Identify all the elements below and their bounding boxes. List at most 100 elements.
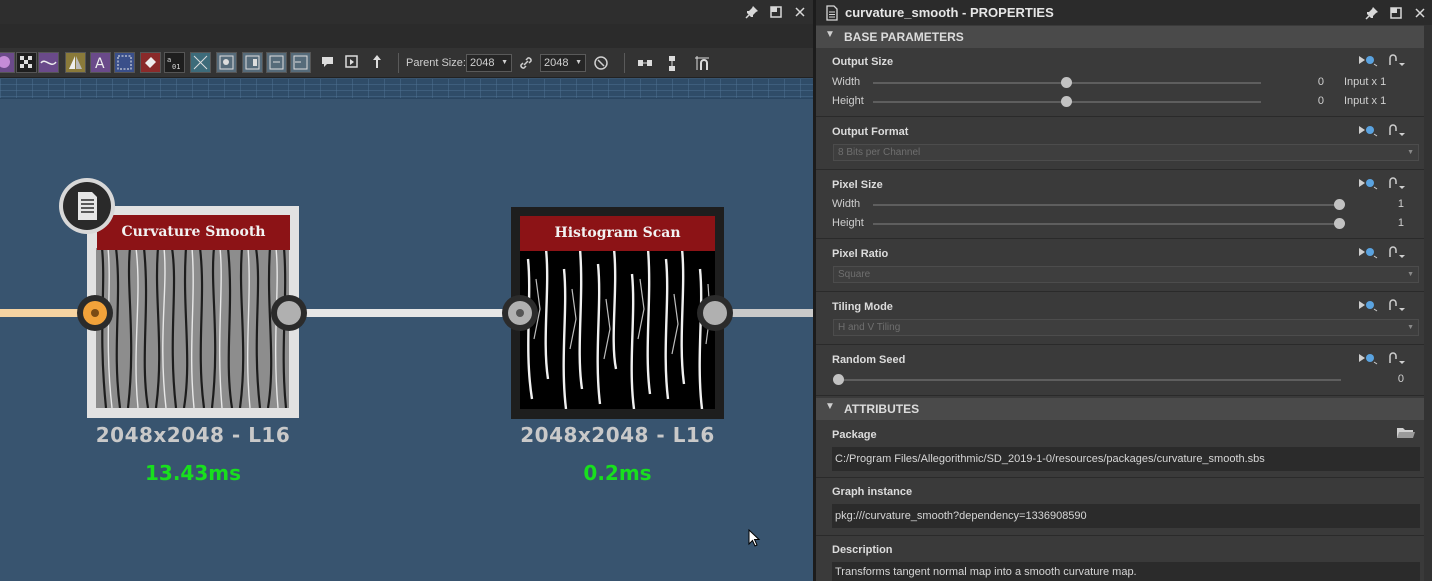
chevron-down-icon: ▼ xyxy=(1407,324,1414,331)
snap-icon[interactable] xyxy=(693,54,709,70)
inheritance-icon[interactable] xyxy=(1386,176,1408,190)
properties-titlebar: curvature_smooth - PROPERTIES xyxy=(816,0,1432,25)
chevron-down-icon: ▼ xyxy=(1407,271,1414,278)
comment-icon[interactable] xyxy=(318,52,339,73)
node-resolution: 2048x2048 - L16 xyxy=(520,423,715,447)
fx-map-icon[interactable] xyxy=(216,52,237,73)
inheritance-icon[interactable] xyxy=(1386,53,1408,67)
graph-instance-label: Graph instance xyxy=(832,486,913,498)
pin-icon[interactable] xyxy=(744,4,760,20)
pixel-ratio-value: Square xyxy=(838,269,871,280)
output-height-value[interactable]: 0 xyxy=(1286,95,1324,107)
properties-scrollbar[interactable] xyxy=(1424,25,1432,581)
input-node-icon[interactable] xyxy=(290,52,311,73)
parent-size-label: Parent Size: xyxy=(406,57,466,69)
random-seed-slider[interactable] xyxy=(836,379,1341,381)
random-seed-value[interactable]: 0 xyxy=(1366,373,1404,385)
base-parameters-label: BASE PARAMETERS xyxy=(844,30,964,44)
inheritance-icon[interactable] xyxy=(1386,298,1408,312)
folder-icon[interactable] xyxy=(1396,426,1418,440)
align-horizontal-icon[interactable] xyxy=(636,55,652,71)
bitmap-node-icon[interactable]: a 01 xyxy=(164,52,185,73)
expose-parameter-icon[interactable] xyxy=(1357,245,1379,259)
text-node-icon[interactable]: A xyxy=(90,52,111,73)
output-height-suffix[interactable]: Input x 1 xyxy=(1344,95,1386,107)
document-icon[interactable] xyxy=(59,178,115,234)
attributes-label: ATTRIBUTES xyxy=(844,402,920,416)
output-node-icon[interactable] xyxy=(266,52,287,73)
pin-node-icon[interactable] xyxy=(368,52,389,73)
checker-node-icon[interactable] xyxy=(16,52,37,73)
graph-instance-field[interactable]: pkg:///curvature_smooth?dependency=13369… xyxy=(832,504,1420,528)
pixel-height-slider-handle[interactable] xyxy=(1334,218,1345,229)
node-curvature-smooth[interactable]: Curvature Smooth xyxy=(87,206,299,418)
chevron-down-icon: ▼ xyxy=(575,59,582,66)
output-port[interactable] xyxy=(271,295,307,331)
description-label: Description xyxy=(832,544,893,556)
link-icon[interactable] xyxy=(518,55,534,71)
expose-parameter-icon[interactable] xyxy=(1357,176,1379,190)
tiling-mode-value: H and V Tiling xyxy=(838,322,901,333)
base-parameters-header[interactable]: ▼ BASE PARAMETERS xyxy=(816,26,1424,48)
attributes-header[interactable]: ▼ ATTRIBUTES xyxy=(816,398,1424,420)
curve-node-icon[interactable] xyxy=(38,52,59,73)
frame-node-icon[interactable] xyxy=(114,52,135,73)
transform-node-icon[interactable] xyxy=(242,52,263,73)
description-field[interactable]: Transforms tangent normal map into a smo… xyxy=(832,562,1420,581)
node-thumbnail xyxy=(520,249,715,409)
expose-parameter-icon[interactable] xyxy=(1357,123,1379,137)
fill-node-icon[interactable] xyxy=(140,52,161,73)
output-width-slider-handle[interactable] xyxy=(1061,77,1072,88)
pixel-processor-icon[interactable] xyxy=(190,52,211,73)
graph-titlebar xyxy=(0,0,813,24)
graph-ruler xyxy=(0,79,813,99)
graph-toolbar: A a 01 Parent Size: 2048 ▼ 2048 ▼ xyxy=(0,48,813,78)
parent-size-dropdown[interactable]: 2048 ▼ xyxy=(466,54,512,72)
output-height-slider-handle[interactable] xyxy=(1061,96,1072,107)
pixel-height-slider[interactable] xyxy=(873,223,1341,225)
expose-parameter-icon[interactable] xyxy=(1357,53,1379,67)
tiling-mode-dropdown[interactable]: H and V Tiling ▼ xyxy=(833,319,1419,336)
height-label: Height xyxy=(832,217,864,229)
pixel-height-value[interactable]: 1 xyxy=(1366,217,1404,229)
pixel-width-value[interactable]: 1 xyxy=(1366,198,1404,210)
pixel-ratio-dropdown[interactable]: Square ▼ xyxy=(833,266,1419,283)
close-icon[interactable] xyxy=(1412,5,1428,21)
inheritance-icon[interactable] xyxy=(1386,123,1408,137)
inheritance-icon[interactable] xyxy=(1386,245,1408,259)
input-port[interactable] xyxy=(502,295,538,331)
float-window-icon[interactable] xyxy=(1388,5,1404,21)
output-format-dropdown[interactable]: 8 Bits per Channel ▼ xyxy=(833,144,1419,161)
chevron-down-icon: ▼ xyxy=(501,59,508,66)
output-format-label: Output Format xyxy=(832,126,909,138)
pixel-width-slider-handle[interactable] xyxy=(1334,199,1345,210)
random-seed-slider-handle[interactable] xyxy=(833,374,844,385)
node-histogram-scan[interactable]: Histogram Scan xyxy=(511,207,724,419)
connection-wire xyxy=(732,309,813,317)
size-dropdown[interactable]: 2048 ▼ xyxy=(540,54,586,72)
expose-parameter-icon[interactable] xyxy=(1357,351,1379,365)
expose-parameter-icon[interactable] xyxy=(1357,298,1379,312)
pixel-size-group: Pixel Size Width 1 Height 1 xyxy=(816,171,1424,239)
output-width-suffix[interactable]: Input x 1 xyxy=(1344,76,1386,88)
chevron-down-icon: ▼ xyxy=(825,29,835,40)
package-path-field[interactable]: C:/Program Files/Allegorithmic/SD_2019-1… xyxy=(832,447,1420,471)
frame-icon[interactable] xyxy=(342,52,363,73)
graph-editor-pane: A a 01 Parent Size: 2048 ▼ 2048 ▼ Curvat… xyxy=(0,0,813,581)
align-vertical-icon[interactable] xyxy=(664,55,680,71)
output-width-value[interactable]: 0 xyxy=(1286,76,1324,88)
output-port[interactable] xyxy=(697,295,733,331)
mirror-node-icon[interactable] xyxy=(65,52,86,73)
node-timing: 0.2ms xyxy=(583,461,652,485)
color-node-icon[interactable] xyxy=(0,52,15,73)
float-window-icon[interactable] xyxy=(768,4,784,20)
pixel-width-slider[interactable] xyxy=(873,204,1341,206)
pin-icon[interactable] xyxy=(1364,5,1380,21)
input-port[interactable] xyxy=(77,295,113,331)
package-group: Package C:/Program Files/Allegorithmic/S… xyxy=(816,421,1424,478)
graph-canvas[interactable]: Curvature Smooth 2048x2048 - L16 13.43ms xyxy=(0,100,813,581)
inheritance-icon[interactable] xyxy=(1386,351,1408,365)
close-icon[interactable] xyxy=(792,4,808,20)
tiling-mode-label: Tiling Mode xyxy=(832,301,893,313)
reset-icon[interactable] xyxy=(593,55,609,71)
